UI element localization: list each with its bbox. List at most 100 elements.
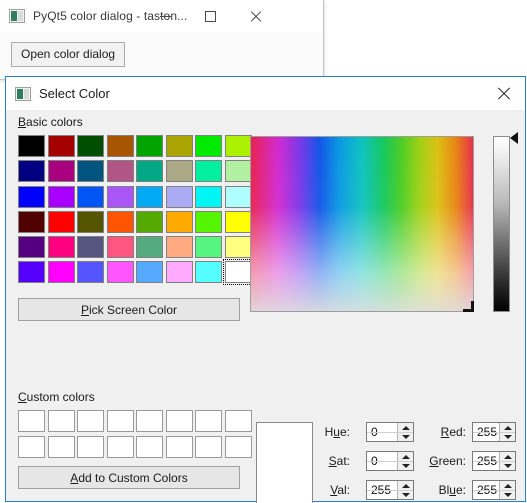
- basic-color-swatch[interactable]: [47, 185, 75, 208]
- basic-color-swatch[interactable]: [77, 236, 104, 259]
- basic-color-swatch[interactable]: [47, 210, 75, 233]
- basic-color-swatch[interactable]: [165, 185, 193, 208]
- basic-color-swatch[interactable]: [18, 236, 45, 259]
- custom-color-swatch[interactable]: [106, 410, 134, 432]
- open-color-dialog-button[interactable]: Open color dialog: [11, 42, 126, 67]
- basic-color-swatch[interactable]: [224, 236, 252, 259]
- basic-color-swatch[interactable]: [222, 259, 254, 286]
- basic-color-swatch[interactable]: [195, 185, 222, 208]
- maximize-button[interactable]: [188, 0, 233, 32]
- custom-color-swatch[interactable]: [77, 435, 104, 458]
- basic-color-swatch[interactable]: [77, 135, 104, 157]
- parent-titlebar[interactable]: PyQt5 color dialog - taston...: [0, 0, 323, 32]
- saturation-value-picker[interactable]: [250, 136, 474, 312]
- custom-color-swatch[interactable]: [195, 435, 222, 458]
- custom-color-swatch[interactable]: [165, 410, 193, 432]
- basic-color-swatch[interactable]: [136, 135, 163, 157]
- val-label: Val:: [330, 483, 350, 497]
- value-slider-handle-icon[interactable]: [510, 132, 518, 144]
- basic-color-swatch[interactable]: [106, 261, 134, 284]
- basic-color-swatch[interactable]: [18, 185, 45, 208]
- red-label: Red:: [440, 425, 466, 439]
- close-button[interactable]: [233, 0, 278, 32]
- custom-color-swatch[interactable]: [77, 410, 104, 432]
- basic-color-swatch[interactable]: [224, 210, 252, 233]
- basic-color-swatch[interactable]: [77, 261, 104, 284]
- close-icon: [496, 86, 511, 101]
- red-spinbox[interactable]: 255: [472, 422, 516, 442]
- basic-color-swatch[interactable]: [195, 210, 222, 233]
- basic-color-swatch[interactable]: [224, 185, 252, 208]
- spin-up-icon[interactable]: [500, 423, 515, 432]
- basic-color-swatch[interactable]: [136, 185, 163, 208]
- basic-color-swatch[interactable]: [106, 160, 134, 183]
- basic-color-swatch[interactable]: [77, 210, 104, 233]
- dialog-close-button[interactable]: [481, 77, 525, 110]
- blue-spinbox[interactable]: 255: [472, 480, 516, 500]
- basic-color-swatch[interactable]: [165, 261, 193, 284]
- custom-color-swatch[interactable]: [165, 435, 193, 458]
- green-spinbox[interactable]: 255: [472, 451, 516, 471]
- basic-color-swatch[interactable]: [136, 236, 163, 259]
- basic-color-swatch[interactable]: [77, 185, 104, 208]
- basic-color-swatch[interactable]: [165, 236, 193, 259]
- pick-screen-color-button[interactable]: Pick Screen Color: [18, 298, 240, 321]
- basic-color-swatch[interactable]: [106, 135, 134, 157]
- custom-color-swatch[interactable]: [136, 410, 163, 432]
- custom-color-swatch[interactable]: [18, 410, 45, 432]
- basic-color-swatch[interactable]: [106, 236, 134, 259]
- spin-down-icon[interactable]: [500, 490, 515, 499]
- custom-color-swatch[interactable]: [47, 435, 75, 458]
- basic-color-swatch[interactable]: [195, 261, 222, 284]
- basic-color-swatch[interactable]: [224, 135, 252, 157]
- basic-color-swatch[interactable]: [165, 160, 193, 183]
- maximize-icon: [205, 10, 216, 22]
- green-spin-buttons[interactable]: [473, 452, 515, 470]
- minimize-icon: [160, 15, 171, 17]
- custom-color-swatch[interactable]: [47, 410, 75, 432]
- basic-color-swatch[interactable]: [195, 236, 222, 259]
- custom-color-swatch[interactable]: [195, 410, 222, 432]
- basic-color-swatch[interactable]: [18, 135, 45, 157]
- basic-color-swatch[interactable]: [195, 135, 222, 157]
- basic-color-swatch[interactable]: [18, 160, 45, 183]
- basic-color-swatch[interactable]: [165, 210, 193, 233]
- value-slider[interactable]: [493, 136, 510, 312]
- basic-color-swatch[interactable]: [18, 261, 45, 284]
- basic-color-swatch[interactable]: [77, 160, 104, 183]
- custom-color-swatch[interactable]: [106, 435, 134, 458]
- basic-color-swatch[interactable]: [106, 185, 134, 208]
- sat-label: Sat:: [328, 454, 350, 468]
- red-spin-buttons[interactable]: [473, 423, 515, 441]
- blue-label: Blue:: [438, 483, 466, 497]
- basic-color-swatch[interactable]: [224, 160, 252, 183]
- app-icon: [15, 86, 31, 101]
- basic-color-swatch[interactable]: [136, 210, 163, 233]
- spin-down-icon[interactable]: [500, 461, 515, 470]
- basic-colors-grid[interactable]: [18, 135, 254, 286]
- basic-color-swatch[interactable]: [136, 261, 163, 284]
- add-to-custom-colors-button[interactable]: Add to Custom Colors: [18, 466, 240, 489]
- blue-spin-buttons[interactable]: [473, 481, 515, 499]
- custom-color-swatch[interactable]: [136, 435, 163, 458]
- basic-color-swatch[interactable]: [165, 135, 193, 157]
- custom-color-swatch[interactable]: [18, 435, 45, 458]
- custom-colors-grid[interactable]: [18, 410, 252, 458]
- basic-color-swatch[interactable]: [18, 210, 45, 233]
- spin-down-icon[interactable]: [500, 432, 515, 441]
- custom-colors-label: Custom colors: [18, 390, 95, 404]
- basic-color-swatch[interactable]: [136, 160, 163, 183]
- spin-up-icon[interactable]: [500, 452, 515, 461]
- basic-color-swatch[interactable]: [47, 160, 75, 183]
- basic-color-swatch[interactable]: [47, 261, 75, 284]
- custom-color-swatch[interactable]: [224, 435, 252, 458]
- basic-color-swatch[interactable]: [106, 210, 134, 233]
- dialog-titlebar[interactable]: Select Color: [6, 77, 525, 110]
- basic-color-swatch[interactable]: [47, 135, 75, 157]
- minimize-button[interactable]: [143, 0, 188, 32]
- app-icon: [9, 9, 25, 23]
- spin-up-icon[interactable]: [500, 481, 515, 490]
- basic-color-swatch[interactable]: [195, 160, 222, 183]
- basic-color-swatch[interactable]: [47, 236, 75, 259]
- custom-color-swatch[interactable]: [224, 410, 252, 432]
